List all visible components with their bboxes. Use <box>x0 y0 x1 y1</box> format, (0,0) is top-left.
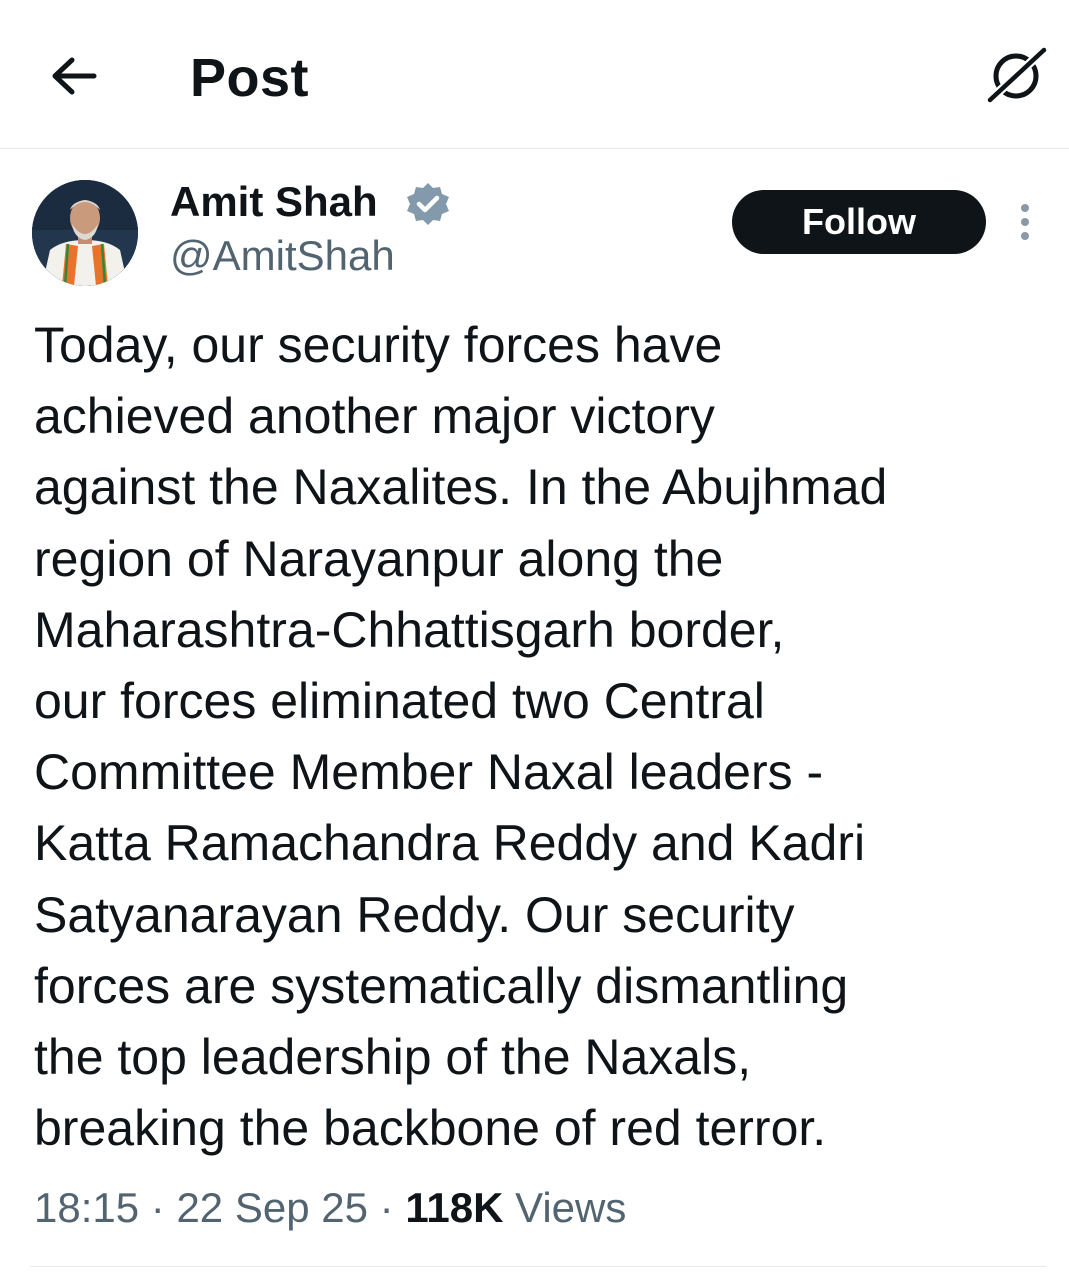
meta-separator: · <box>150 1184 165 1231</box>
post-metadata: 18:15 · 22 Sep 25 · 118K Views <box>34 1182 626 1234</box>
divider <box>30 1266 1046 1267</box>
post-date[interactable]: 22 Sep 25 <box>176 1184 368 1231</box>
back-button[interactable] <box>44 48 104 104</box>
top-bar: Post <box>0 0 1069 149</box>
arrow-left-icon <box>52 57 97 95</box>
grok-icon <box>985 45 1049 105</box>
post-time[interactable]: 18:15 <box>34 1184 139 1231</box>
avatar[interactable] <box>32 180 138 286</box>
more-options-button[interactable] <box>1010 200 1040 244</box>
meta-separator: · <box>379 1184 394 1231</box>
page-title: Post <box>190 48 310 108</box>
profile-photo <box>32 180 138 286</box>
grok-button[interactable] <box>984 44 1050 106</box>
views-label: Views <box>515 1184 627 1231</box>
views-count[interactable]: 118K <box>405 1184 503 1231</box>
author-display-name[interactable]: Amit Shah <box>170 178 378 226</box>
verified-badge-icon <box>404 180 452 228</box>
author-handle[interactable]: @AmitShah <box>170 232 395 280</box>
post-text: Today, our security forces have achieved… <box>34 317 888 1157</box>
follow-button[interactable]: Follow <box>732 190 986 254</box>
more-vertical-icon <box>1021 204 1029 240</box>
